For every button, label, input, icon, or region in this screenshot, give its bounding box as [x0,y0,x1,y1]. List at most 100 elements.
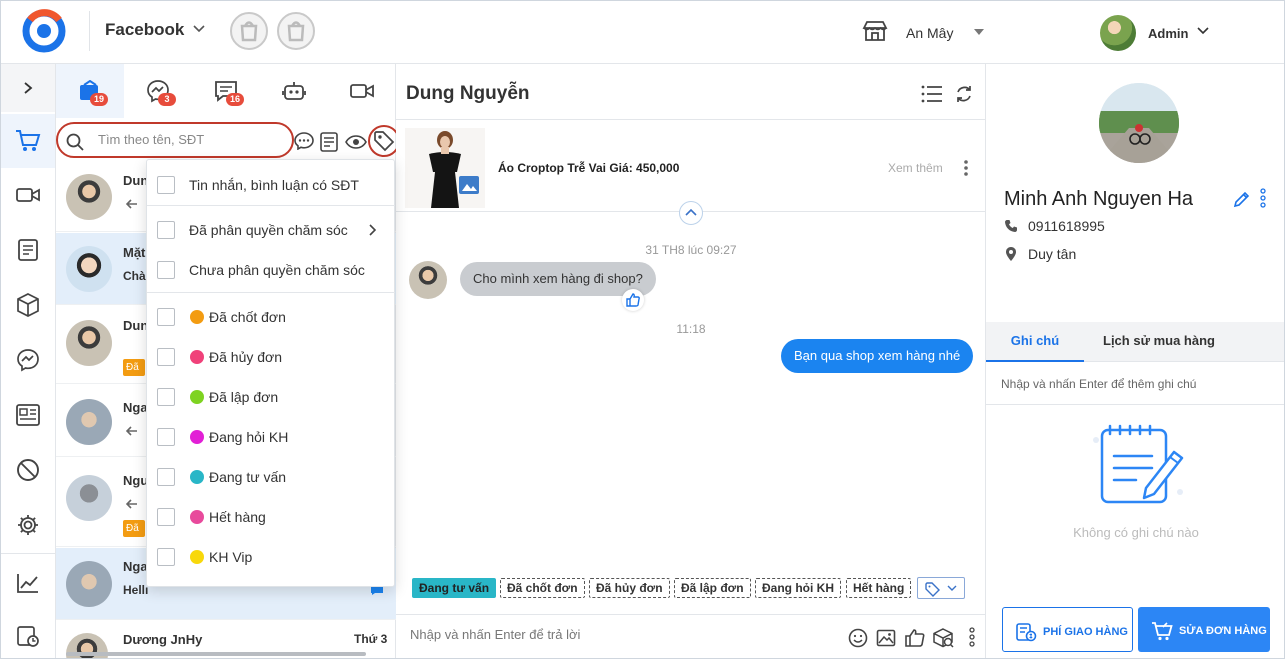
contact-name: Nga [123,400,148,415]
customer-phone[interactable]: 0911618995 [1028,218,1105,234]
page-name[interactable]: Facebook [105,20,184,40]
filter-label: Đang hỏi KH [209,429,289,445]
tag-filter-dropdown: Tin nhắn, bình luận có SĐT Đã phân quyền… [146,159,395,587]
chart-icon[interactable] [1,556,55,610]
filter-has-phone[interactable]: Tin nhắn, bình luận có SĐT [147,165,395,205]
edit-order-button[interactable]: SỬA ĐƠN HÀNG [1138,607,1270,652]
tag-chip[interactable]: Đã lập đơn [674,578,751,598]
avatar [66,246,112,292]
tag-color-dot [190,430,204,444]
sidebar-divider [1,553,55,554]
more-vertical-icon[interactable] [969,627,975,647]
status-badge: Đã [123,520,145,537]
contact-name: Ngu [123,473,149,488]
store-selector[interactable]: An Mây [906,25,953,41]
user-name[interactable]: Admin [1148,26,1188,41]
eye-icon[interactable] [345,135,367,149]
thumbs-up-icon[interactable] [904,628,926,648]
more-vertical-icon[interactable] [963,159,969,177]
note-input[interactable] [1001,377,1271,391]
see-more-link[interactable]: Xem thêm [888,161,943,175]
checkbox[interactable] [157,221,175,239]
shopee-shortcut-button[interactable] [230,12,268,50]
thumbs-up-icon [622,289,644,311]
shipping-fee-button[interactable]: PHÍ GIAO HÀNG [1002,607,1133,652]
tab-notes[interactable]: Ghi chú [986,322,1084,362]
expand-sidebar-button[interactable] [1,64,55,112]
filter-unassigned[interactable]: Chưa phân quyền chăm sóc [147,250,395,290]
filter-tag-item[interactable]: KH Vip [147,537,395,577]
messenger-icon[interactable] [1,333,55,387]
checkbox[interactable] [157,548,175,566]
gear-icon[interactable] [1,498,55,552]
reply-arrow-icon [126,426,138,436]
checkbox[interactable] [157,468,175,486]
video-icon[interactable] [1,168,55,222]
refresh-icon[interactable] [954,84,974,104]
emoji-icon[interactable] [848,628,868,648]
block-icon[interactable] [1,443,55,497]
comment-filter-icon[interactable] [294,132,314,150]
tag-chip[interactable]: Đã hủy đơn [589,578,670,598]
customer-name: Minh Anh Nguyen Ha [1004,188,1194,210]
profile-card-icon[interactable] [1,388,55,442]
filter-tag-item[interactable]: Đã chốt đơn [147,297,395,337]
checkbox[interactable] [157,348,175,366]
checkbox[interactable] [157,428,175,446]
more-vertical-icon[interactable] [1260,188,1266,208]
reply-input[interactable] [410,627,810,642]
app-logo-icon[interactable] [19,8,69,54]
collapse-product-button[interactable] [679,201,703,225]
filter-label: KH Vip [209,549,253,565]
search-box[interactable] [56,122,294,158]
notes-icon[interactable] [1,223,55,277]
checkbox[interactable] [157,308,175,326]
checkbox[interactable] [157,388,175,406]
checkbox[interactable] [157,508,175,526]
tag-chip[interactable]: Đang hỏi KH [755,578,841,598]
tag-chip[interactable]: Đã chốt đơn [500,578,585,598]
filter-tag-item[interactable]: Đã hủy đơn [147,337,395,377]
filter-assigned[interactable]: Đã phân quyền chăm sóc [147,210,395,250]
header-divider [89,11,90,51]
filter-tag-item[interactable]: Đã lập đơn [147,377,395,417]
filter-tag-item[interactable]: Đang tư vấn [147,457,395,497]
reply-arrow-icon [126,199,138,209]
product-name: Áo Croptop Trễ Vai Giá: 450,000 [498,161,680,175]
horizontal-scrollbar[interactable] [66,652,366,656]
filter-tag-item[interactable]: Hết hàng [147,497,395,537]
reply-arrow-icon [126,499,138,509]
product-search-icon[interactable] [932,628,954,648]
tab-comments[interactable]: 16 [192,64,260,118]
chevron-down-icon[interactable] [193,25,205,33]
pencil-icon[interactable] [1233,190,1251,208]
contact-name: Mặt [123,245,146,260]
box-icon[interactable] [1,278,55,332]
order-filter-icon[interactable] [320,132,338,152]
list-icon[interactable] [921,85,943,103]
tag-chip[interactable]: Hết hàng [846,578,912,598]
caret-down-icon[interactable] [974,29,984,35]
image-icon[interactable] [876,628,896,648]
tab-bot[interactable] [260,64,328,118]
chevron-down-icon[interactable] [1197,27,1209,35]
checkbox[interactable] [157,176,175,194]
search-input[interactable] [98,132,278,147]
tab-livestream[interactable] [328,64,396,118]
edit-order-label: SỬA ĐƠN HÀNG [1179,625,1267,637]
add-tag-dropdown[interactable] [917,577,965,599]
customer-tabs: Ghi chú Lịch sử mua hàng [986,322,1284,362]
outgoing-message-bubble[interactable]: Bạn qua shop xem hàng nhé [781,339,974,373]
user-avatar[interactable] [1100,15,1136,51]
tag-chip[interactable]: Đang tư vấn [412,578,497,598]
tab-all-conversations[interactable]: 19 [56,64,124,118]
checkbox[interactable] [157,261,175,279]
product-image[interactable] [405,128,485,208]
tab-purchase-history[interactable]: Lịch sử mua hàng [1084,322,1234,362]
shop-shortcut-button[interactable] [277,12,315,50]
history-icon[interactable] [1,609,55,658]
tab-messenger[interactable]: 3 [124,64,192,118]
left-sidebar [1,64,56,658]
cart-icon[interactable] [1,114,55,168]
filter-tag-item[interactable]: Đang hỏi KH [147,417,395,457]
